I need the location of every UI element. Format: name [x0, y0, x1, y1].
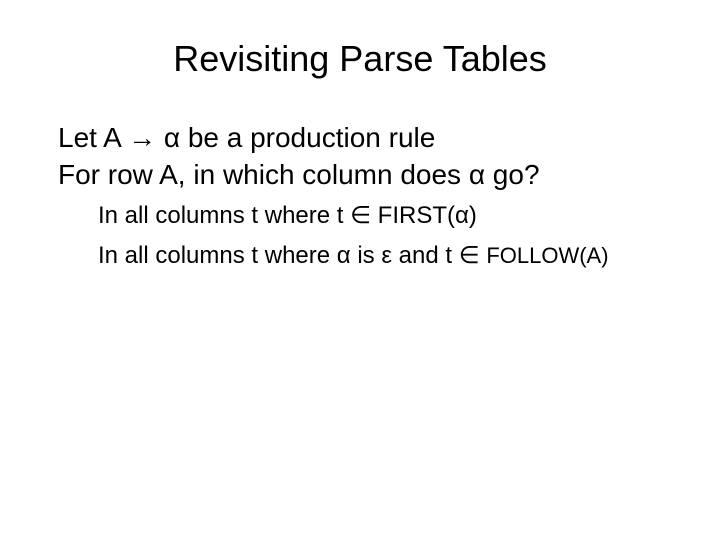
body-line-1: Let A → α be a production rule — [58, 120, 680, 155]
slide-title: Revisiting Parse Tables — [0, 0, 720, 120]
slide-body: Let A → α be a production rule For row A… — [0, 120, 720, 273]
body-line-2: For row A, in which column does α go? — [58, 157, 680, 192]
sub-line-2-text: In all columns t where α is ε and t ∈ — [98, 242, 486, 269]
slide: Revisiting Parse Tables Let A → α be a p… — [0, 0, 720, 540]
sub-line-2: In all columns t where α is ε and t ∈ FO… — [58, 240, 680, 272]
sub-line-1: In all columns t where t ∈ FIRST(α) — [58, 200, 680, 232]
sub-line-2-follow: FOLLOW(A) — [486, 243, 608, 268]
